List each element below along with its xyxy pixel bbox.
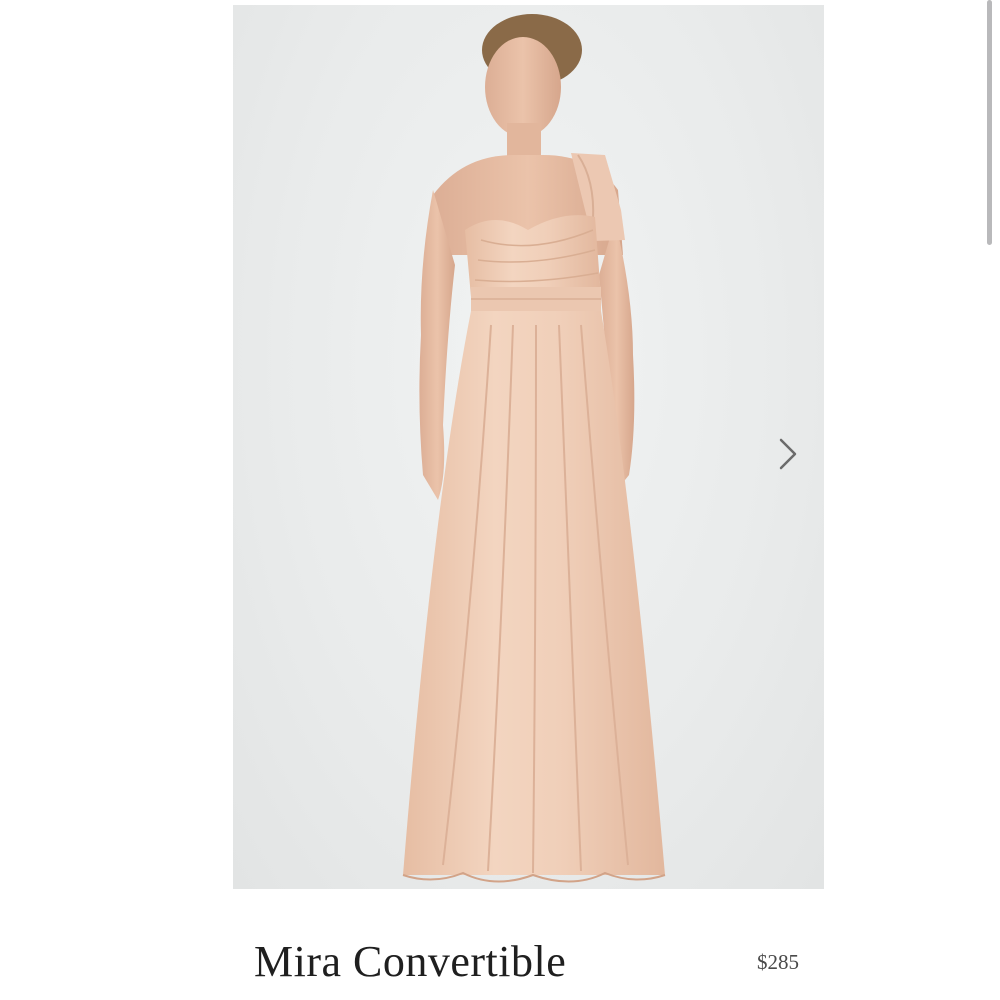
product-price: $285 [757,950,799,974]
product-image[interactable] [233,5,824,889]
product-page: Mira Convertible $285 [0,0,1000,1000]
next-image-button[interactable] [770,432,804,476]
chevron-right-icon [779,438,797,470]
scrollbar[interactable] [987,0,992,245]
model-illustration [402,14,666,883]
product-title[interactable]: Mira Convertible [254,936,566,987]
